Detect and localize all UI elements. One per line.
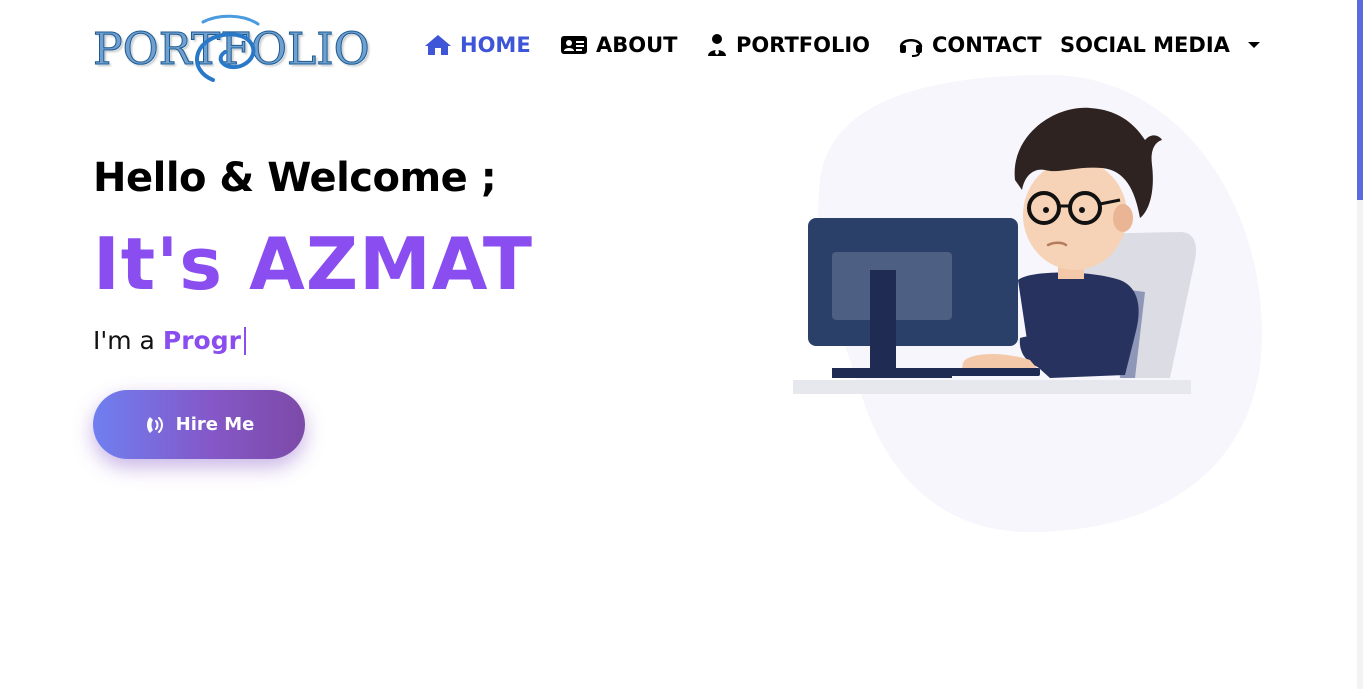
nav-social-media-dropdown[interactable]: SOCIAL MEDIA [1060, 28, 1260, 62]
chevron-down-icon [1247, 42, 1260, 48]
nav-social-media-label: SOCIAL MEDIA [1060, 33, 1230, 57]
nav-home[interactable]: HOME [424, 28, 531, 62]
headset-icon [899, 39, 923, 57]
hire-me-button[interactable]: Hire Me [93, 390, 305, 459]
nav-home-label: HOME [460, 33, 531, 57]
nav-about[interactable]: ABOUT [560, 28, 678, 62]
logo-text: PORTFOLIO [93, 24, 371, 76]
home-icon [425, 35, 451, 55]
id-card-icon [561, 36, 587, 54]
nav-portfolio[interactable]: PORTFOLIO [706, 28, 870, 62]
nav-contact-label: CONTACT [932, 33, 1042, 57]
hero-role: I'm a Progr [93, 326, 246, 355]
logo[interactable]: PORTFOLIO [93, 10, 370, 84]
user-tie-icon [708, 34, 726, 56]
programmer-illustration [793, 75, 1263, 532]
nav-about-label: ABOUT [596, 33, 678, 57]
page-scrollbar-thumb[interactable] [1357, 0, 1363, 200]
nav-portfolio-label: PORTFOLIO [736, 33, 871, 57]
person-head [1023, 160, 1127, 270]
role-typed-text: Progr [162, 326, 241, 355]
page-scrollbar-track[interactable] [1357, 0, 1363, 689]
phone-volume-icon [146, 416, 163, 433]
desk [793, 380, 1191, 394]
hero-greeting: Hello & Welcome ; [93, 155, 497, 201]
nav-contact[interactable]: CONTACT [898, 28, 1042, 62]
role-prefix: I'm a [93, 326, 155, 355]
hire-me-label: Hire Me [175, 414, 255, 435]
typing-cursor [243, 326, 246, 355]
hero-name: It's AZMAT [93, 222, 533, 306]
